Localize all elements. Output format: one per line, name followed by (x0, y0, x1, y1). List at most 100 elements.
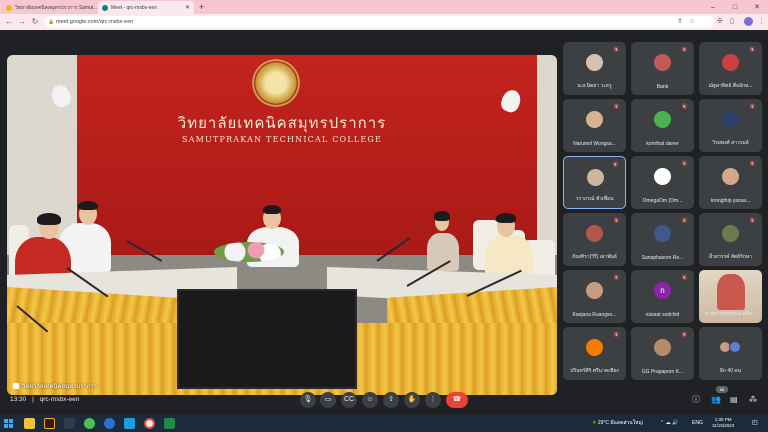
mic-off-icon: 🔇 (681, 275, 688, 281)
mic-off-icon: 🔇 (749, 218, 756, 224)
excel-icon[interactable] (164, 418, 175, 429)
extensions-icon[interactable]: ✣ (717, 17, 723, 27)
clock-text: 13:30 (10, 396, 27, 403)
avatar (654, 111, 671, 128)
avatar (729, 341, 741, 353)
profile-avatar[interactable] (744, 17, 753, 26)
avatar (722, 54, 739, 71)
avatar (654, 54, 671, 71)
illustrator-icon[interactable] (44, 418, 55, 429)
reload-icon[interactable]: ↻ (30, 16, 40, 28)
windows-start-icon[interactable] (4, 419, 13, 428)
participant-tile[interactable]: 🔇 Narumol Wongsa... (563, 99, 626, 152)
participant-name: น.ส.นิตยา วะธรู (577, 83, 612, 89)
file-explorer-icon[interactable] (24, 418, 35, 429)
participant-tile[interactable]: 🔇 น.ส.นิตยา วะธรู (563, 42, 626, 95)
college-emblem (252, 59, 300, 107)
participant-name: kornthat daree (646, 141, 679, 147)
notifications-icon[interactable]: ◰ (752, 419, 758, 428)
avatar (586, 282, 603, 299)
sidepanel-icon[interactable]: ▯ (730, 17, 734, 27)
participant-name: OmegaOm (Om... (642, 198, 683, 204)
hair (37, 213, 61, 225)
participant-name: Bank (656, 84, 669, 90)
more-participants-tile[interactable]: อีก 40 คน (699, 327, 762, 380)
lock-icon: 🔒 (48, 19, 55, 25)
info-icon[interactable]: ⓘ (692, 394, 700, 406)
participant-tile[interactable]: นางสาวพรพรรณ ศรีม... (699, 270, 762, 323)
bookmark-star-icon[interactable]: ☆ (689, 17, 695, 27)
mic-off-icon: 🔇 (613, 218, 620, 224)
participant-tile[interactable]: 🔇 Kanjana Ruangso... (563, 270, 626, 323)
participant-name: Narumol Wongsa... (573, 141, 616, 147)
avatar (586, 111, 603, 128)
college-favicon-icon (6, 4, 12, 11)
raise-hand-button[interactable]: ✋ (404, 392, 420, 408)
mic-off-icon: 🔇 (681, 47, 688, 53)
people-icon[interactable]: 👥 (711, 394, 721, 406)
presenter-video[interactable]: วิทยาลัยเทคนิคสมุทรปราการ SAMUTPRAKAN TE… (7, 55, 557, 395)
mic-off-icon: 🔇 (749, 161, 756, 167)
edge-browser-icon[interactable] (104, 418, 115, 429)
camera-button[interactable]: ▭ (320, 392, 336, 408)
close-window-button[interactable]: ✕ (746, 0, 768, 14)
weather-widget[interactable]: ☀ 29°C มีแดดส่วนใหญ่ (592, 419, 643, 428)
participant-tile[interactable]: n 🔇 nisarat sodchid (631, 270, 694, 323)
participant-tile[interactable]: 🔇 OmegaOm (Om... (631, 156, 694, 209)
share-icon[interactable]: ⇪ (677, 17, 683, 27)
participant-tile[interactable]: 🔇 วราภรณ์ ชั่วเพื่อน (563, 156, 626, 209)
participant-tile[interactable]: 🔇 ภัณฑิรา(วิรี) เผ่าพันธ์ (563, 213, 626, 266)
captions-button[interactable]: CC (341, 392, 357, 408)
participant-tile[interactable]: 🔇 Bank (631, 42, 694, 95)
mic-off-icon: 🔇 (681, 161, 688, 167)
participant-name: ภัณฑิรา(วิรี) เผ่าพันธ์ (571, 254, 617, 260)
activities-icon[interactable]: ⁂ (749, 394, 757, 406)
participant-tile[interactable]: 🔇 ณัฐสาทิตย์ คืออักษ... (699, 42, 762, 95)
end-call-button[interactable]: ☎ (446, 392, 468, 408)
browser-tab-meet[interactable]: Meet - qrc-msbx-een ✕ (98, 1, 194, 14)
present-button[interactable]: ⇧ (383, 392, 399, 408)
taskbar-app-icon[interactable] (64, 418, 75, 429)
weather-text: 29°C มีแดดส่วนใหญ่ (597, 420, 643, 426)
mic-off-icon: 🔇 (613, 47, 620, 53)
forward-arrow-icon[interactable]: → (17, 16, 27, 28)
meet-area: วิทยาลัยเทคนิคสมุทรปราการ SAMUTPRAKAN TE… (0, 30, 768, 415)
avatar (586, 225, 603, 242)
participant-name: Sanaphasorn Ro... (641, 255, 684, 261)
chrome-browser-icon[interactable] (144, 418, 155, 429)
chat-icon[interactable]: ▤ (730, 394, 738, 406)
maximize-button[interactable]: □ (724, 0, 746, 14)
participant-tile[interactable]: 🔇 kornthat daree (631, 99, 694, 152)
participant-tile[interactable]: 🔇 krongthip yassa... (699, 156, 762, 209)
meet-favicon-icon (102, 4, 108, 11)
language-indicator[interactable]: ENG (692, 419, 703, 428)
hair (263, 205, 281, 214)
close-tab-icon[interactable]: ✕ (185, 4, 190, 11)
tab-label: วิทยาลัยเทคนิคสมุทรปราการ Samut... (15, 4, 98, 11)
address-bar[interactable]: 🔒 meet.google.com/qrc-msbx-een (44, 16, 714, 28)
chrome-menu-icon[interactable]: ⋮ (758, 17, 765, 27)
browser-tab-college[interactable]: วิทยาลัยเทคนิคสมุทรปราการ Samut... ✕ (2, 1, 98, 14)
participant-name: วิรยพงศ์ สาวรมย์ (712, 140, 749, 146)
line-app-icon[interactable] (84, 418, 95, 429)
participant-tile[interactable]: 🔇 Sanaphasorn Ro... (631, 213, 694, 266)
participant-tile[interactable]: 🔇 ปรินทร์ศิริ ศรีนาคเชียง (563, 327, 626, 380)
participant-name: วราภรณ์ ชั่วเพื่อน (575, 196, 614, 202)
participant-tile[interactable]: 🔇 อิ๋วสวรรค์ สัตย์รักษา (699, 213, 762, 266)
participant-tile[interactable]: 🔇 วิรยพงศ์ สาวรมย์ (699, 99, 762, 152)
mic-off-icon: 🔇 (613, 332, 620, 338)
tray-icons[interactable]: ⌃ ☁ 🔊 (660, 419, 678, 428)
mic-off-icon: 🔇 (749, 47, 756, 53)
minimize-button[interactable]: – (702, 0, 724, 14)
participant-tile[interactable]: 🔇 GG Prapaporn K... (631, 327, 694, 380)
emoji-button[interactable]: ☺ (362, 392, 378, 408)
system-clock[interactable]: 1:30 PM 11/15/2023 (712, 417, 734, 429)
mic-button[interactable]: 🎙 (300, 392, 316, 408)
back-arrow-icon[interactable]: ← (4, 16, 14, 28)
hair (496, 213, 516, 223)
taskbar-app-icon[interactable] (124, 418, 135, 429)
new-tab-button[interactable]: + (199, 1, 204, 13)
more-button[interactable]: ⋮ (425, 392, 441, 408)
mic-off-icon: 🔇 (681, 218, 688, 224)
mic-off-icon: 🔇 (613, 275, 620, 281)
